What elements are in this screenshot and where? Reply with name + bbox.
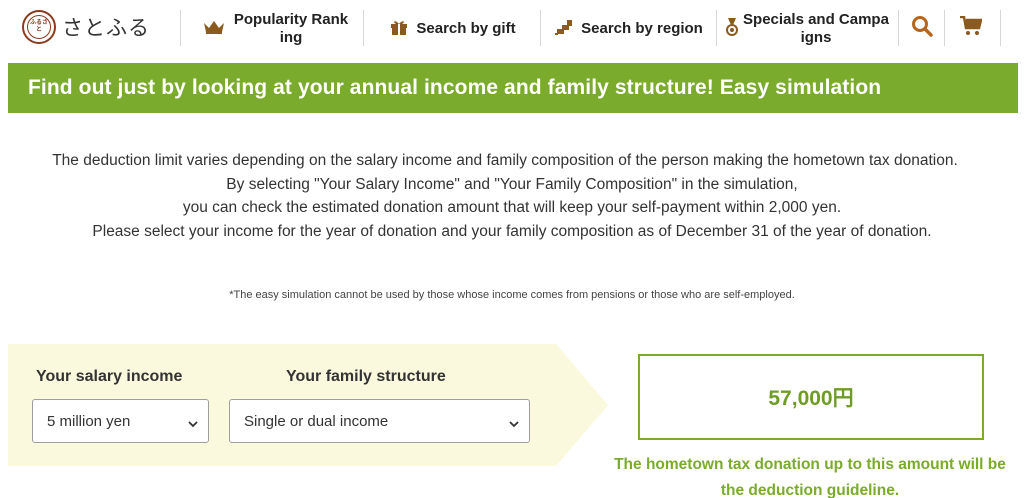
site-header: ふるさと さとふる Popularity Ranking Search by g…	[0, 0, 1024, 58]
description-line: Please select your income for the year o…	[92, 222, 932, 240]
family-select[interactable]: Single or dual income	[229, 399, 530, 443]
result-box: 57,000円	[638, 354, 984, 440]
gift-icon	[390, 19, 408, 40]
nav-divider	[898, 10, 899, 46]
family-select-value: Single or dual income	[244, 412, 389, 430]
chevron-down-icon	[188, 416, 198, 428]
nav-label: Specials and Campaigns	[743, 11, 889, 46]
nav-popularity-ranking[interactable]: Popularity Ranking	[186, 8, 366, 50]
result-caption-text: The hometown tax donation up to this amo…	[614, 456, 1006, 498]
nav-specials-and-campaigns[interactable]: Specials and Campaigns	[720, 8, 896, 50]
income-label: Your salary income	[36, 368, 183, 385]
simulation-description: The deduction limit varies depending on …	[0, 149, 1024, 243]
income-select[interactable]: 5 million yen	[32, 399, 209, 443]
description-line: The deduction limit varies depending on …	[52, 152, 958, 169]
nav-divider	[1000, 10, 1001, 46]
nav-divider	[716, 10, 717, 46]
description-line: By selecting "Your Salary Income" and "Y…	[226, 175, 798, 193]
family-label: Your family structure	[286, 368, 446, 385]
description-line: you can check the estimated donation amo…	[182, 199, 842, 216]
panel-arrow	[556, 344, 608, 466]
medal-icon	[726, 17, 738, 41]
logo-text: さとふる	[62, 16, 150, 40]
simulation-banner: Find out just by looking at your annual …	[8, 63, 1018, 113]
nav-label: Popularity Ranking	[233, 11, 349, 46]
site-logo[interactable]: ふるさと さとふる	[22, 8, 150, 46]
cart-icon	[960, 15, 983, 41]
logo-mark-text: ふるさと	[27, 15, 51, 39]
nav-divider	[944, 10, 945, 46]
search-button[interactable]	[902, 10, 942, 46]
nav-divider	[363, 10, 364, 46]
nav-label: Search by region	[581, 20, 703, 37]
chevron-down-icon	[509, 416, 519, 428]
logo-mark-icon: ふるさと	[22, 10, 56, 44]
nav-search-by-gift[interactable]: Search by gift	[370, 8, 536, 50]
search-icon	[911, 15, 933, 42]
crown-icon	[203, 20, 225, 39]
cart-button[interactable]	[951, 10, 991, 46]
simulation-note: *The easy simulation cannot be used by t…	[229, 289, 795, 301]
nav-label: Search by gift	[416, 20, 516, 37]
nav-divider	[540, 10, 541, 46]
region-map-icon	[555, 19, 573, 40]
nav-search-by-region[interactable]: Search by region	[544, 8, 714, 50]
banner-title: Find out just by looking at your annual …	[28, 76, 882, 99]
nav-divider	[180, 10, 181, 46]
income-select-value: 5 million yen	[47, 412, 131, 430]
result-amount: 57,000円	[768, 387, 854, 410]
result-caption: The hometown tax donation up to this amo…	[596, 452, 1024, 498]
